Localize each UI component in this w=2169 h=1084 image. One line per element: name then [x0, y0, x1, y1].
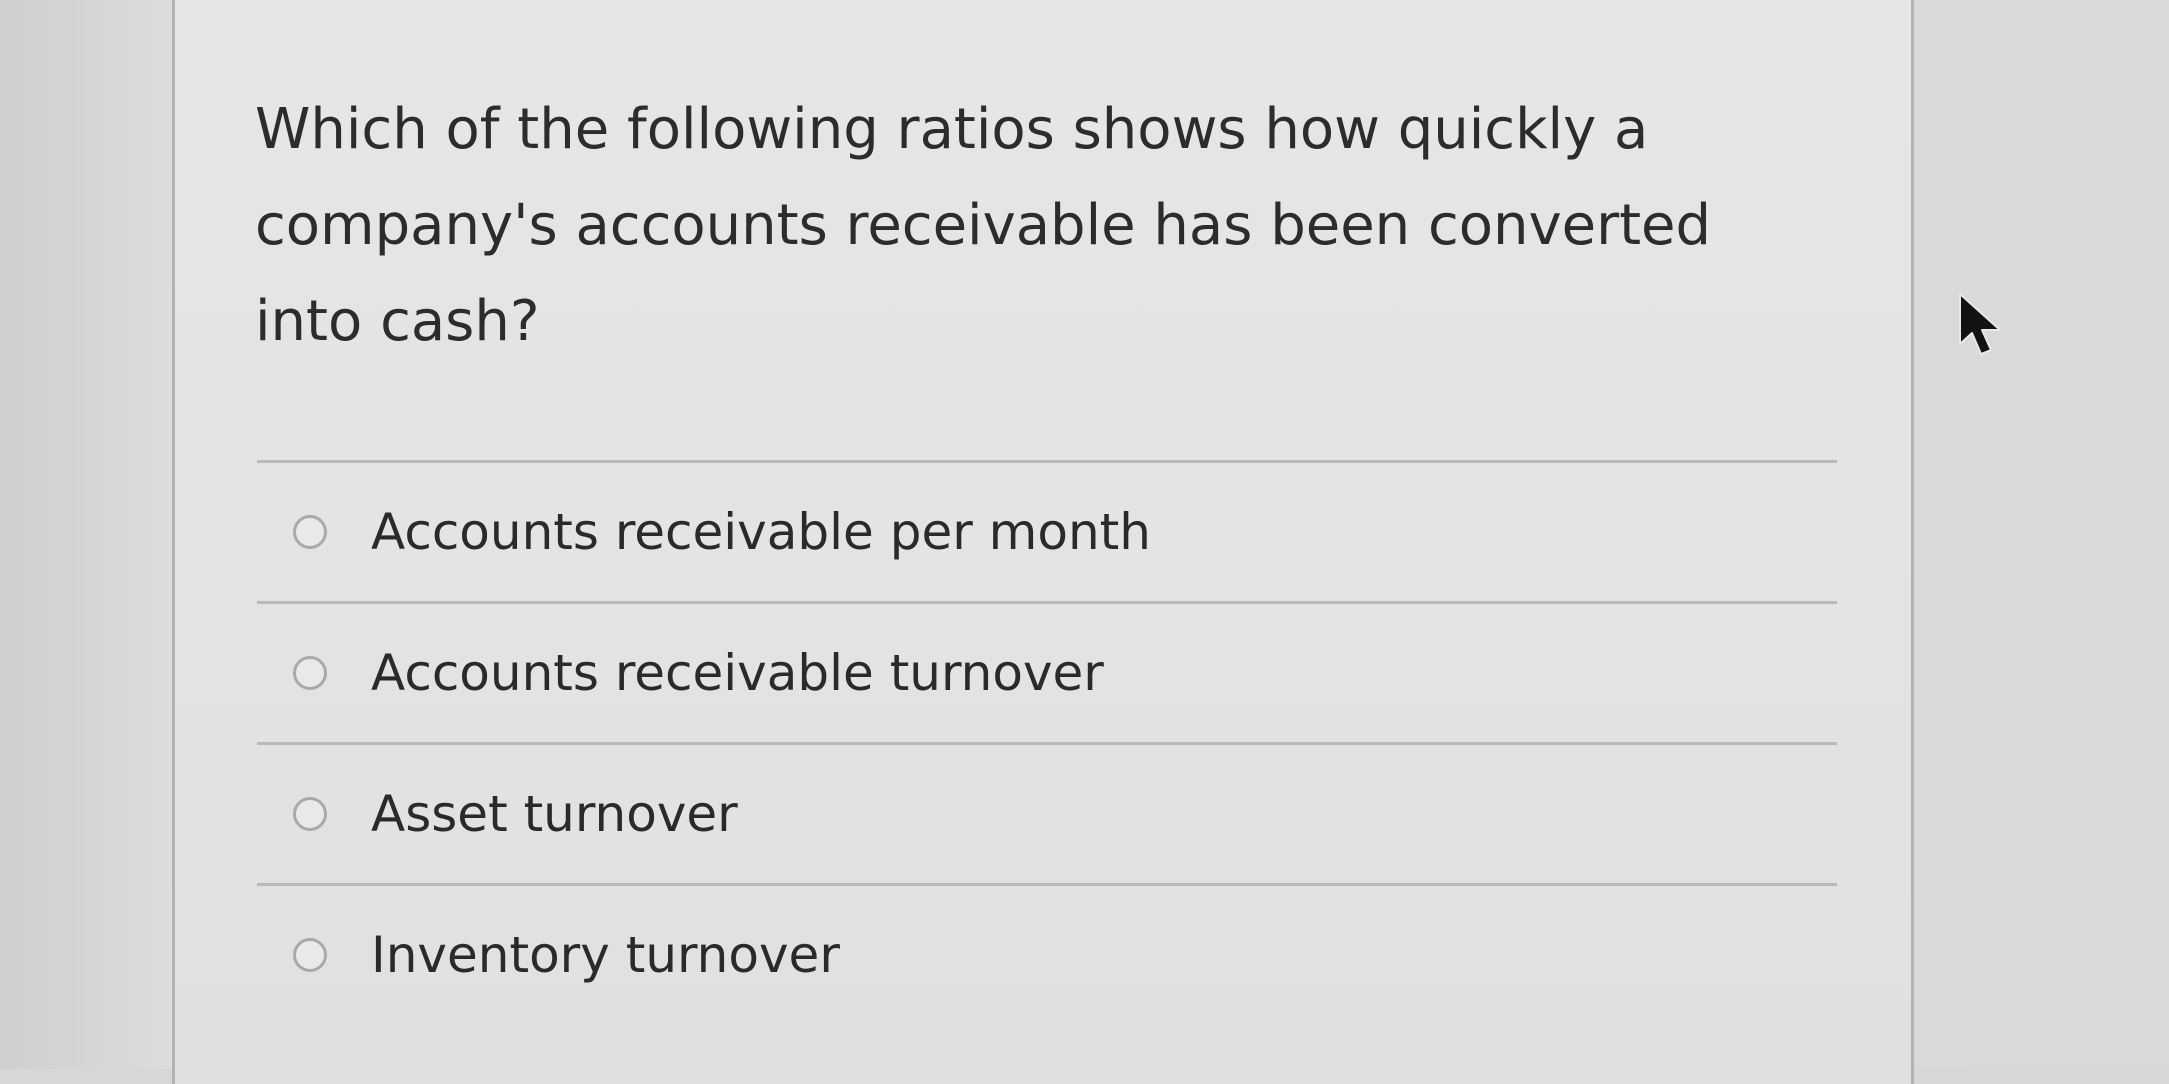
radio-button-icon[interactable]	[293, 938, 327, 972]
answer-option[interactable]: Inventory turnover	[257, 886, 1837, 1024]
radio-button-icon[interactable]	[293, 797, 327, 831]
radio-button-icon[interactable]	[293, 656, 327, 690]
radio-button-icon[interactable]	[293, 515, 327, 549]
question-text: Which of the following ratios shows how …	[255, 97, 1712, 354]
answer-option[interactable]: Accounts receivable per month	[257, 463, 1837, 601]
answer-option-label[interactable]: Accounts receivable turnover	[371, 644, 1104, 702]
answer-option[interactable]: Asset turnover	[257, 745, 1837, 883]
question-panel: Which of the following ratios shows how …	[172, 0, 1914, 1084]
answer-option-label[interactable]: Accounts receivable per month	[371, 503, 1151, 561]
arrow-pointer-icon	[1959, 293, 2001, 355]
answer-options: Accounts receivable per month Accounts r…	[257, 460, 1837, 1024]
answer-option-label[interactable]: Inventory turnover	[371, 926, 840, 984]
answer-option-label[interactable]: Asset turnover	[371, 785, 738, 843]
answer-option[interactable]: Accounts receivable turnover	[257, 604, 1837, 742]
